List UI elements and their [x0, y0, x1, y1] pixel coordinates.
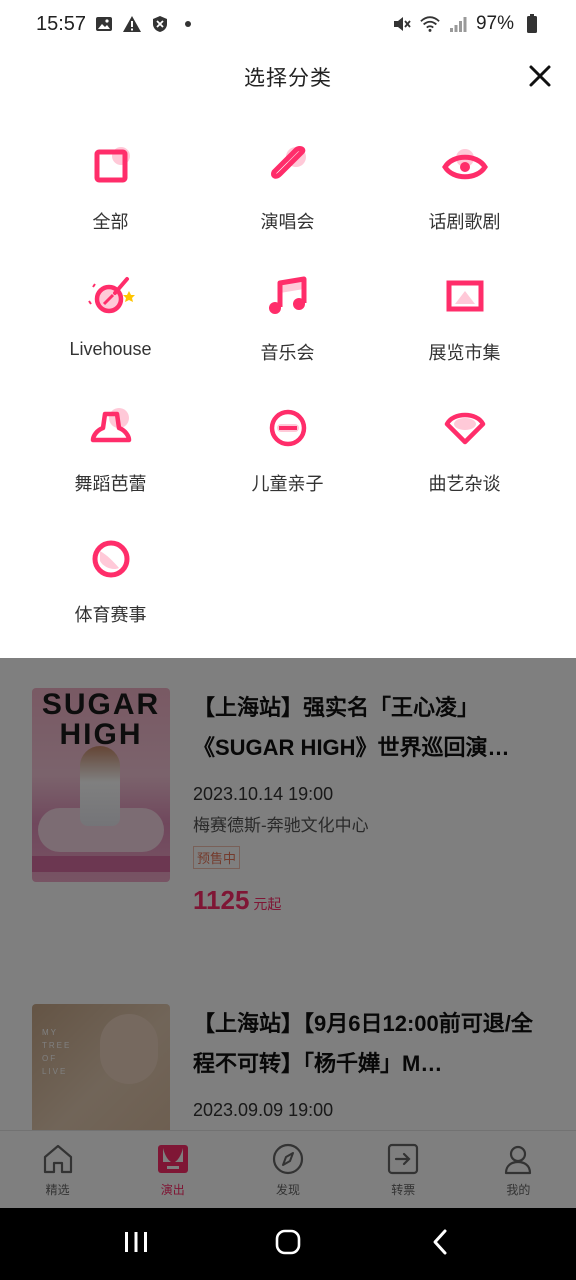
close-icon [528, 64, 552, 93]
status-bar: 15:57 97% [0, 0, 576, 48]
category-kids-family[interactable]: 儿童亲子 [199, 402, 376, 533]
category-label: 话剧歌剧 [428, 212, 501, 232]
wifi-icon [420, 14, 440, 34]
category-music-concert[interactable]: 音乐会 [199, 271, 376, 402]
status-left: 15:57 [36, 13, 198, 36]
category-dance-ballet[interactable]: 舞蹈芭蕾 [22, 402, 199, 533]
category-label: 音乐会 [260, 343, 315, 363]
circle-minus-icon [262, 402, 314, 454]
recent-apps-button[interactable] [106, 1214, 166, 1274]
category-grid: 全部 演唱会 话剧歌剧 Livehouse 音乐会 展览市集 舞蹈芭蕾 儿童亲子… [22, 140, 554, 664]
guitar-icon [85, 271, 137, 323]
category-label: 体育赛事 [74, 605, 147, 625]
category-label: 舞蹈芭蕾 [74, 474, 147, 494]
category-concert[interactable]: 演唱会 [199, 140, 376, 271]
category-folk-art[interactable]: 曲艺杂谈 [376, 402, 553, 533]
home-button[interactable] [258, 1214, 318, 1274]
picture-frame-icon [439, 271, 491, 323]
modal-backdrop[interactable] [0, 658, 576, 1208]
category-label: Livehouse [69, 339, 152, 359]
tutu-icon [85, 402, 137, 454]
close-button[interactable] [526, 64, 554, 92]
recent-apps-icon [123, 1230, 149, 1259]
category-sports[interactable]: 体育赛事 [22, 533, 199, 664]
home-circle-icon [274, 1228, 302, 1261]
category-livehouse[interactable]: Livehouse [22, 271, 199, 402]
all-icon [85, 140, 137, 192]
status-time: 15:57 [36, 12, 87, 35]
ball-icon [85, 533, 137, 585]
dot-icon [178, 14, 198, 34]
fan-icon [439, 402, 491, 454]
category-sheet: 选择分类 全部 演唱会 话剧歌剧 Livehouse 音乐会 展览市集 舞蹈芭蕾… [0, 48, 576, 658]
back-button[interactable] [410, 1214, 470, 1274]
category-label: 演唱会 [260, 212, 315, 232]
category-exhibition-market[interactable]: 展览市集 [376, 271, 553, 402]
signal-icon [448, 14, 468, 34]
category-label: 全部 [92, 212, 129, 232]
music-note-icon [262, 271, 314, 323]
back-icon [430, 1228, 450, 1261]
eye-mask-icon [439, 140, 491, 192]
system-nav-bar [0, 1208, 576, 1280]
category-label: 曲艺杂谈 [428, 474, 501, 494]
status-right: 97% [392, 13, 542, 35]
category-drama-opera[interactable]: 话剧歌剧 [376, 140, 553, 271]
category-label: 展览市集 [428, 343, 501, 363]
microphone-icon [262, 140, 314, 192]
battery-icon [522, 14, 542, 34]
mute-icon [392, 14, 412, 34]
category-all[interactable]: 全部 [22, 140, 199, 271]
sheet-title: 选择分类 [244, 67, 332, 90]
image-icon [94, 14, 114, 34]
warning-icon [122, 14, 142, 34]
shield-icon [150, 14, 170, 34]
battery-percent: 97% [475, 13, 514, 34]
category-label: 儿童亲子 [251, 474, 324, 494]
